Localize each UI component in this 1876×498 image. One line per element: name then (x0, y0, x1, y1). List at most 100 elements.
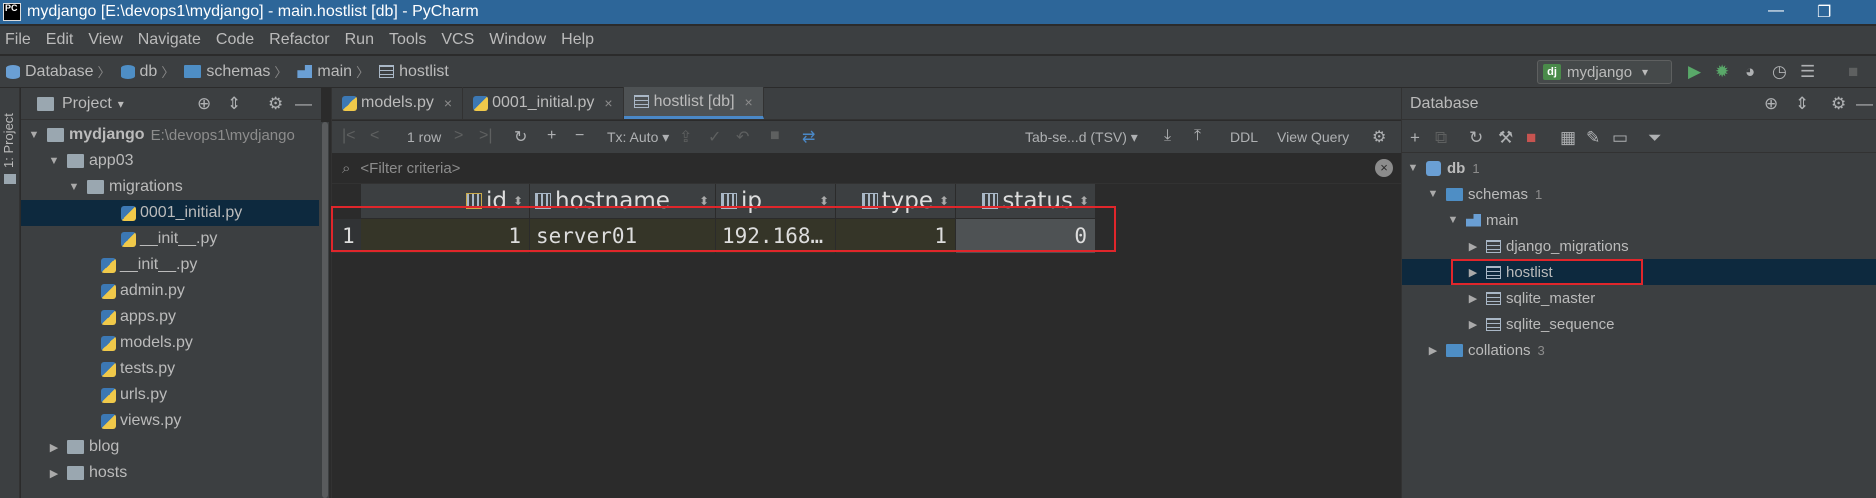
tab-hostlist-db[interactable]: hostlist [db] × (623, 87, 764, 119)
expand-icon[interactable]: ▶ (1466, 292, 1480, 305)
menu-code[interactable]: Code (216, 31, 254, 49)
hide-icon[interactable]: — (1856, 94, 1873, 114)
row-count[interactable]: 1 row (407, 129, 441, 145)
tree-item-migrations-init[interactable]: __init__.py (21, 226, 321, 252)
compare-icon[interactable]: ⇄ (802, 127, 815, 147)
profile-icon[interactable]: ◷ (1772, 62, 1787, 82)
expand-icon[interactable]: ▼ (27, 129, 41, 141)
db-tree-item-main[interactable]: ▼ main (1402, 207, 1876, 233)
schema-settings-icon[interactable]: ⚒ (1498, 128, 1513, 148)
db-tree-item-collations[interactable]: ▶ collations 3 (1402, 337, 1876, 363)
filter-input[interactable]: <Filter criteria> (360, 160, 460, 177)
db-tree-item-db[interactable]: ▼ db 1 (1402, 155, 1876, 181)
breadcrumb-db[interactable]: db (120, 63, 157, 81)
refresh-icon[interactable]: ↻ (514, 127, 527, 147)
tree-item-views[interactable]: views.py (21, 408, 321, 434)
menu-refactor[interactable]: Refactor (269, 31, 329, 49)
tree-item-app03[interactable]: ▼ app03 (21, 148, 321, 174)
menu-help[interactable]: Help (561, 31, 594, 49)
run-icon[interactable]: ▶ (1688, 62, 1701, 82)
commit-icon[interactable]: ✓ (708, 127, 721, 147)
menu-navigate[interactable]: Navigate (138, 31, 201, 49)
db-tree-item-django-migrations[interactable]: ▶ django_migrations (1402, 233, 1876, 259)
ddl-button[interactable]: DDL (1230, 129, 1258, 145)
clear-filter-icon[interactable]: × (1375, 159, 1393, 177)
hide-icon[interactable]: — (295, 94, 312, 114)
build-icon[interactable]: ☰ (1800, 62, 1815, 82)
download-icon[interactable]: ⤓ (1164, 127, 1171, 145)
add-row-icon[interactable]: + (547, 127, 556, 145)
rollback-icon[interactable]: ↶ (736, 127, 749, 147)
menu-run[interactable]: Run (345, 31, 374, 49)
minimize-icon[interactable]: — (1768, 2, 1784, 20)
project-scroll-thumb[interactable] (322, 122, 328, 498)
expand-icon[interactable]: ▼ (67, 181, 81, 193)
add-datasource-icon[interactable]: + (1410, 128, 1420, 148)
tree-item-tests[interactable]: tests.py (21, 356, 321, 382)
collapse-all-icon[interactable]: ⇕ (1795, 94, 1809, 114)
breadcrumb-schemas[interactable]: schemas (184, 63, 270, 81)
next-page-icon[interactable]: > (454, 127, 463, 145)
chevron-down-icon[interactable]: ▾ (118, 97, 124, 111)
menu-tools[interactable]: Tools (389, 31, 426, 49)
breadcrumb-database[interactable]: Database (6, 63, 94, 81)
tree-item-0001-initial[interactable]: 0001_initial.py (21, 200, 321, 226)
collapse-all-icon[interactable]: ⇕ (227, 94, 241, 114)
tx-mode-select[interactable]: Tx: Auto ▾ (607, 129, 669, 146)
expand-icon[interactable]: ▶ (47, 467, 61, 480)
tree-item-hosts[interactable]: ▶ hosts (21, 460, 321, 486)
close-icon[interactable]: × (444, 95, 452, 111)
delete-row-icon[interactable]: − (575, 127, 584, 145)
project-tool-window-button[interactable]: 1: Project (1, 108, 19, 168)
copy-icon[interactable]: ⧉ (1435, 128, 1447, 148)
view-query-button[interactable]: View Query (1277, 129, 1349, 145)
db-tree-item-sqlite-master[interactable]: ▶ sqlite_master (1402, 285, 1876, 311)
expand-icon[interactable]: ▶ (1426, 344, 1440, 357)
run-config-select[interactable]: dj mydjango ▾ (1537, 60, 1672, 84)
db-tree-item-schemas[interactable]: ▼ schemas 1 (1402, 181, 1876, 207)
menu-file[interactable]: File (5, 31, 31, 49)
table-view-icon[interactable]: ▦ (1560, 128, 1576, 148)
tree-item-blog[interactable]: ▶ blog (21, 434, 321, 460)
tree-item-init[interactable]: __init__.py (21, 252, 321, 278)
previous-page-icon[interactable]: < (370, 127, 379, 145)
edit-icon[interactable]: ✎ (1586, 128, 1600, 148)
console-icon[interactable]: ▭ (1612, 128, 1628, 148)
menu-view[interactable]: View (88, 31, 122, 49)
locate-icon[interactable]: ⊕ (197, 94, 211, 114)
breadcrumb-main[interactable]: main (297, 63, 352, 81)
expand-icon[interactable]: ▶ (47, 441, 61, 454)
filter-icon[interactable]: ⏷ (1648, 128, 1662, 148)
tree-item-admin[interactable]: admin.py (21, 278, 321, 304)
menu-window[interactable]: Window (489, 31, 546, 49)
tree-item-models[interactable]: models.py (21, 330, 321, 356)
close-icon[interactable]: × (604, 95, 612, 111)
debug-icon[interactable]: ✹ (1715, 62, 1729, 82)
expand-icon[interactable]: ▼ (1446, 214, 1460, 226)
expand-icon[interactable]: ▶ (1466, 240, 1480, 253)
coverage-icon[interactable]: ◕ (1745, 62, 1755, 82)
close-icon[interactable]: × (745, 94, 753, 110)
upload-icon[interactable]: ⤒ (1194, 127, 1201, 145)
last-page-icon[interactable]: >| (479, 127, 493, 145)
expand-icon[interactable]: ▼ (47, 155, 61, 167)
extractor-format-select[interactable]: Tab-se...d (TSV) ▾ (1025, 129, 1138, 146)
expand-icon[interactable]: ▼ (1426, 188, 1440, 200)
db-tree-item-sqlite-sequence[interactable]: ▶ sqlite_sequence (1402, 311, 1876, 337)
menu-vcs[interactable]: VCS (441, 31, 474, 49)
project-panel-title[interactable]: Project (62, 95, 112, 113)
gear-icon[interactable]: ⚙ (1372, 127, 1386, 147)
tree-item-migrations[interactable]: ▼ migrations (21, 174, 321, 200)
tab-0001-initial-py[interactable]: 0001_initial.py × (463, 87, 624, 119)
tab-models-py[interactable]: models.py × (332, 87, 464, 119)
refresh-icon[interactable]: ↻ (1469, 128, 1483, 148)
stop-icon[interactable]: ■ (1848, 62, 1858, 82)
menu-edit[interactable]: Edit (46, 31, 74, 49)
tree-item-apps[interactable]: apps.py (21, 304, 321, 330)
expand-icon[interactable]: ▶ (1466, 318, 1480, 331)
disconnect-icon[interactable]: ■ (1526, 128, 1536, 148)
submit-icon[interactable]: ⇪ (679, 127, 692, 147)
cancel-query-icon[interactable]: ■ (770, 127, 780, 145)
expand-icon[interactable]: ▼ (1406, 162, 1420, 174)
breadcrumb-hostlist[interactable]: hostlist (379, 63, 449, 81)
